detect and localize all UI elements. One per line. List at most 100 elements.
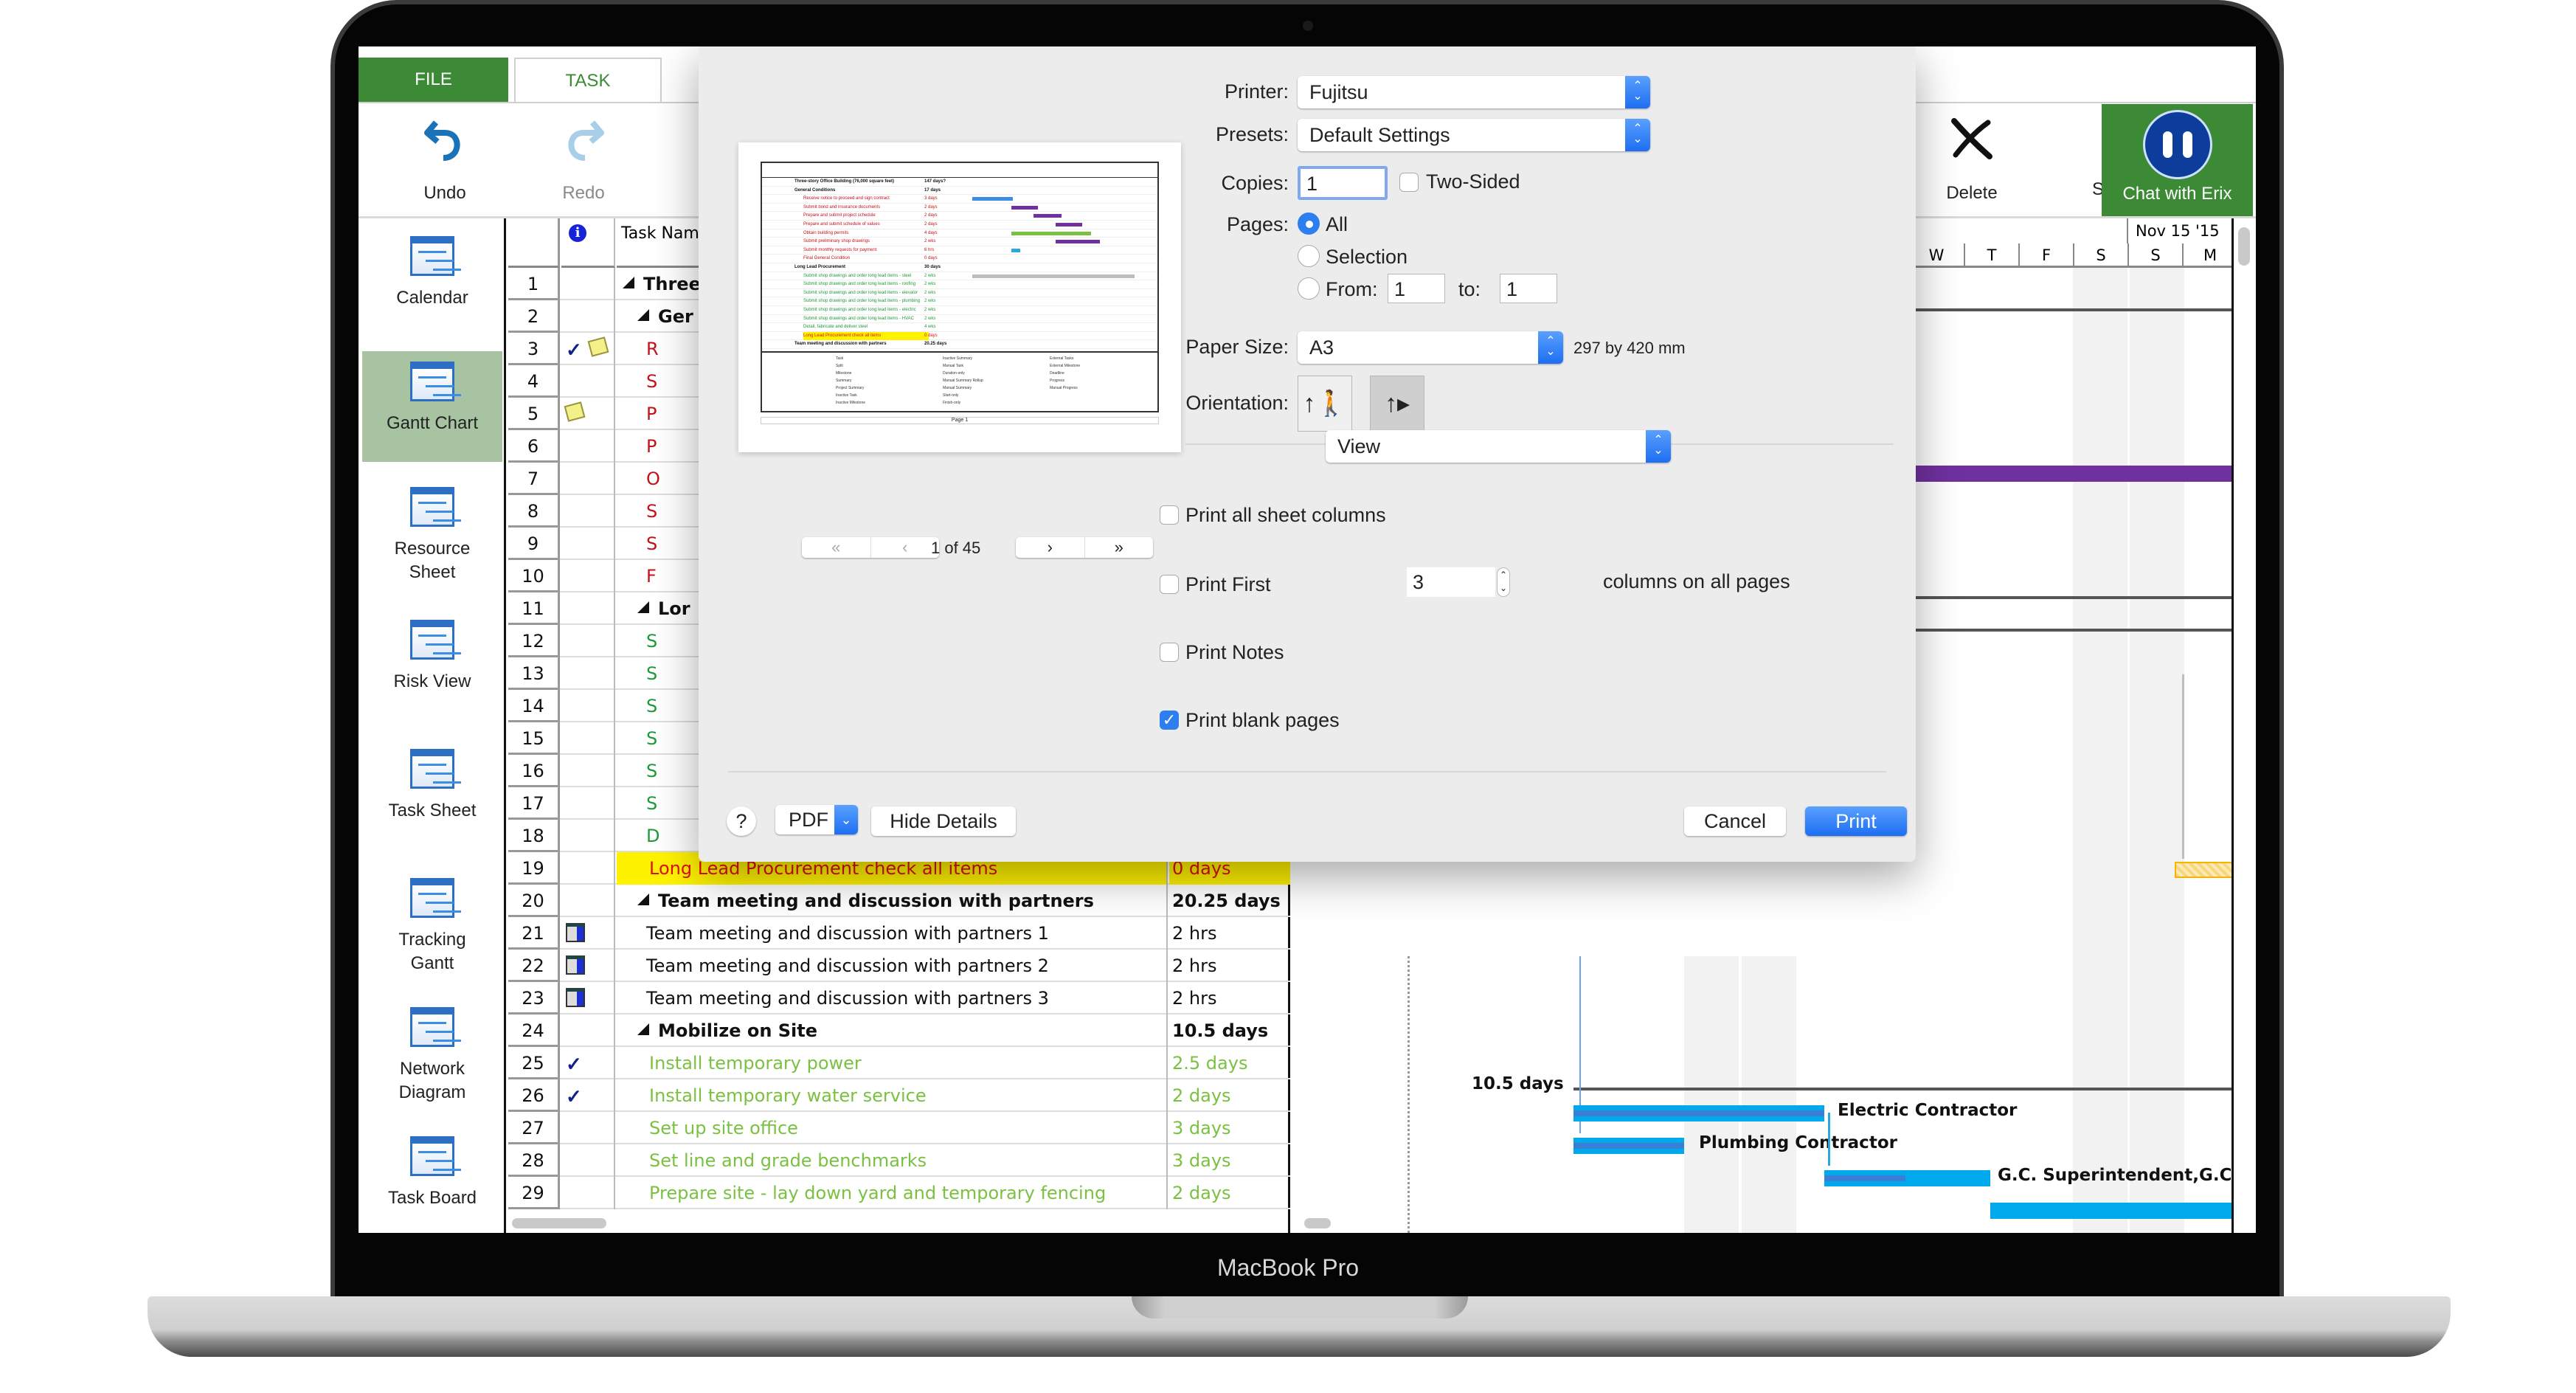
duration-cell[interactable]: 2 hrs xyxy=(1169,950,1290,982)
duration-cell[interactable]: 10.5 days xyxy=(1169,1014,1290,1047)
task-name-cell[interactable]: Set up site office xyxy=(617,1112,1168,1144)
paper-size-select[interactable]: A3 ⌃ ⌄ xyxy=(1298,331,1563,364)
table-row[interactable]: 26 ✓ Install temporary water service 2 days xyxy=(508,1079,1290,1112)
task-name-cell[interactable]: Team meeting and discussion with partner… xyxy=(617,982,1168,1014)
duration-cell[interactable]: 3 days xyxy=(1169,1112,1290,1144)
table-row[interactable]: 25 ✓ Install temporary power 2.5 days xyxy=(508,1047,1290,1079)
print-blank-pages-checkbox[interactable]: ✓ xyxy=(1160,711,1179,730)
row-number[interactable]: 15 xyxy=(508,722,560,755)
print-first-columns-input[interactable]: 3 xyxy=(1407,567,1495,597)
duration-cell[interactable]: 2 days xyxy=(1169,1177,1290,1209)
gantt-task-bar[interactable] xyxy=(1573,1138,1684,1154)
two-sided-checkbox[interactable] xyxy=(1399,173,1419,192)
row-number[interactable]: 23 xyxy=(508,982,560,1014)
table-row[interactable]: 21 Team meeting and discussion with partn… xyxy=(508,917,1290,950)
gantt-task-bar-hatched[interactable] xyxy=(2175,862,2232,878)
pages-to-input[interactable]: 1 xyxy=(1500,274,1557,303)
row-number[interactable]: 12 xyxy=(508,625,560,657)
orientation-portrait-button[interactable]: ↑🚶 xyxy=(1298,376,1352,432)
tab-task[interactable]: TASK xyxy=(514,58,662,103)
sidebar-item-resource-sheet[interactable]: Resource Sheet xyxy=(362,477,502,602)
row-number[interactable]: 22 xyxy=(508,950,560,982)
hide-details-button[interactable]: Hide Details xyxy=(871,806,1016,836)
print-button[interactable]: Print xyxy=(1805,806,1907,836)
sidebar-item-tracking-gantt[interactable]: Tracking Gantt xyxy=(362,868,502,993)
row-number[interactable]: 28 xyxy=(508,1144,560,1177)
table-horizontal-scrollbar[interactable] xyxy=(512,1218,606,1228)
presets-select[interactable]: Default Settings ⌃ ⌄ xyxy=(1298,119,1650,151)
collapse-triangle-icon[interactable] xyxy=(623,277,634,288)
sidebar-item-gantt-chart[interactable]: Gantt Chart xyxy=(362,351,502,462)
sidebar-item-risk-view[interactable]: Risk View xyxy=(362,609,502,727)
table-row[interactable]: 20 Team meeting and discussion with partn… xyxy=(508,885,1290,917)
row-number[interactable]: 29 xyxy=(508,1177,560,1209)
redo-button[interactable]: Redo xyxy=(528,109,639,212)
collapse-triangle-icon[interactable] xyxy=(637,893,649,905)
duration-cell[interactable]: 2 days xyxy=(1169,1079,1290,1112)
orientation-landscape-button[interactable]: ↑▸ xyxy=(1370,376,1424,432)
table-row[interactable]: 22 Team meeting and discussion with partn… xyxy=(508,950,1290,982)
gantt-task-bar[interactable] xyxy=(1824,1170,1990,1186)
row-number[interactable]: 16 xyxy=(508,755,560,787)
row-number[interactable]: 6 xyxy=(508,430,560,463)
print-first-stepper[interactable]: ⌃ ⌄ xyxy=(1497,567,1510,597)
print-first-checkbox[interactable] xyxy=(1160,575,1179,594)
previous-page-button[interactable]: ‹ xyxy=(871,537,940,558)
task-name-cell[interactable]: Team meeting and discussion with partner… xyxy=(617,950,1168,982)
vertical-scrollbar[interactable] xyxy=(2238,227,2250,266)
pages-selection-radio[interactable] xyxy=(1298,245,1320,267)
task-name-cell[interactable]: Team meeting and discussion with partner… xyxy=(617,885,1168,917)
row-number[interactable]: 21 xyxy=(508,917,560,950)
table-row[interactable]: 27 Set up site office 3 days xyxy=(508,1112,1290,1144)
duration-cell[interactable]: 2.5 days xyxy=(1169,1047,1290,1079)
gantt-horizontal-scrollbar[interactable] xyxy=(1304,1218,1331,1228)
collapse-triangle-icon[interactable] xyxy=(637,601,649,613)
gantt-task-bar[interactable] xyxy=(1573,1105,1824,1121)
row-number[interactable]: 17 xyxy=(508,787,560,820)
row-number[interactable]: 5 xyxy=(508,398,560,430)
task-name-cell[interactable]: Mobilize on Site xyxy=(617,1014,1168,1047)
sidebar-item-calendar[interactable]: Calendar xyxy=(362,226,502,344)
row-number[interactable]: 4 xyxy=(508,365,560,398)
row-number[interactable]: 24 xyxy=(508,1014,560,1047)
gantt-task-bar[interactable] xyxy=(1990,1203,2232,1219)
row-number[interactable]: 20 xyxy=(508,885,560,917)
row-number[interactable]: 13 xyxy=(508,657,560,690)
chat-with-erix-button[interactable]: Chat with Erix xyxy=(2102,104,2253,216)
duration-cell[interactable]: 2 hrs xyxy=(1169,982,1290,1014)
first-page-button[interactable]: « xyxy=(802,537,871,558)
tab-file[interactable]: FILE xyxy=(359,58,508,102)
sidebar-item-network-diagram[interactable]: Network Diagram xyxy=(362,997,502,1122)
cancel-button[interactable]: Cancel xyxy=(1684,806,1786,836)
sidebar-item-task-sheet[interactable]: Task Sheet xyxy=(362,739,502,857)
row-number[interactable]: 10 xyxy=(508,560,560,592)
row-number[interactable]: 18 xyxy=(508,820,560,852)
help-button[interactable]: ? xyxy=(727,806,756,836)
row-number[interactable]: 26 xyxy=(508,1079,560,1112)
duration-cell[interactable]: 3 days xyxy=(1169,1144,1290,1177)
duration-cell[interactable]: 20.25 days xyxy=(1169,885,1290,917)
row-number[interactable]: 14 xyxy=(508,690,560,722)
duration-cell[interactable]: 2 hrs xyxy=(1169,917,1290,950)
next-page-button[interactable]: › xyxy=(1016,537,1085,558)
row-number[interactable]: 27 xyxy=(508,1112,560,1144)
table-row[interactable]: 29 Prepare site - lay down yard and tempo… xyxy=(508,1177,1290,1209)
copies-input[interactable]: 1 xyxy=(1298,166,1388,200)
row-number[interactable]: 9 xyxy=(508,528,560,560)
row-number[interactable]: 1 xyxy=(508,268,560,300)
delete-button[interactable]: Delete xyxy=(1917,109,2027,212)
print-notes-checkbox[interactable] xyxy=(1160,643,1179,662)
pages-all-radio[interactable] xyxy=(1298,212,1320,235)
sidebar-item-task-board[interactable]: Task Board xyxy=(362,1126,502,1233)
collapse-triangle-icon[interactable] xyxy=(637,1023,649,1035)
task-name-cell[interactable]: Set line and grade benchmarks xyxy=(617,1144,1168,1177)
section-select[interactable]: View ⌃ ⌄ xyxy=(1326,430,1671,463)
row-number[interactable]: 8 xyxy=(508,495,560,528)
task-name-cell[interactable]: Install temporary power xyxy=(617,1047,1168,1079)
row-number[interactable]: 3 xyxy=(508,333,560,365)
row-number[interactable]: 19 xyxy=(508,852,560,885)
task-name-cell[interactable]: Team meeting and discussion with partner… xyxy=(617,917,1168,950)
last-page-button[interactable]: » xyxy=(1085,537,1154,558)
undo-button[interactable]: Undo xyxy=(389,109,500,212)
collapse-triangle-icon[interactable] xyxy=(637,309,649,321)
